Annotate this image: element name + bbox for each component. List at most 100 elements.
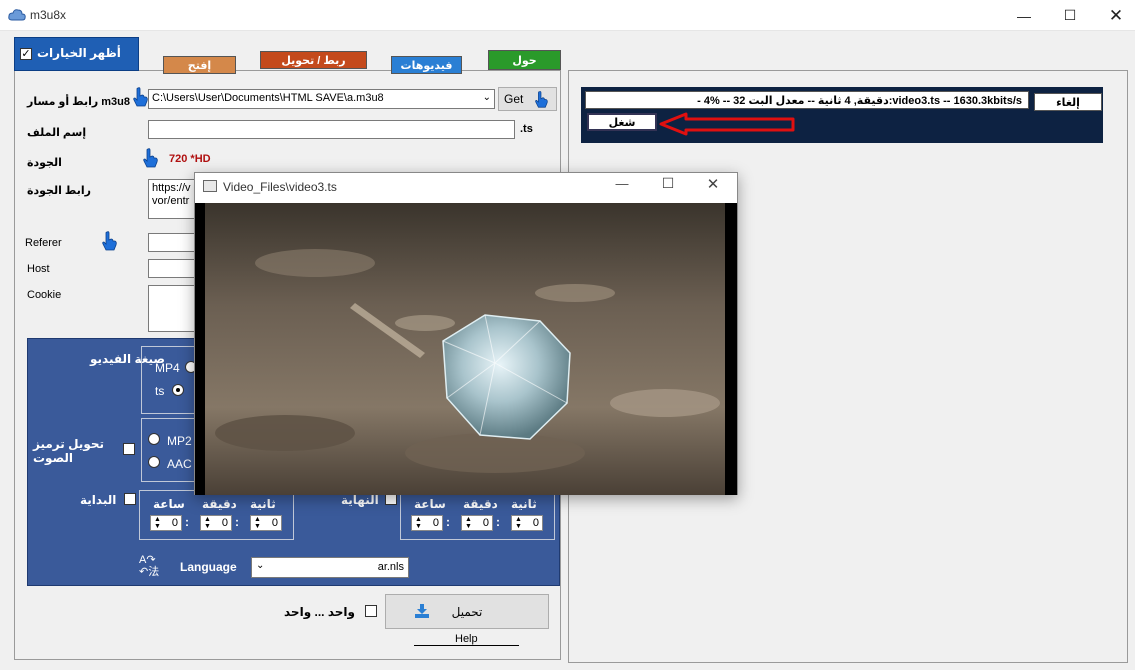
help-underline — [414, 645, 519, 646]
host-input[interactable] — [148, 259, 198, 278]
start-minute-value: 0 — [221, 517, 228, 529]
minimize-icon: — — [1017, 7, 1031, 24]
close-icon: ✕ — [1108, 5, 1124, 25]
download-label: تحميل — [451, 604, 483, 619]
end-minute-value: 0 — [482, 517, 489, 529]
start-hour-spinner[interactable]: ▲ ▼ 0 — [150, 515, 182, 531]
time-separator: : — [235, 515, 239, 529]
pointer-hand-icon[interactable] — [100, 230, 118, 252]
video-window-icon — [203, 180, 217, 192]
format-mp4-label: MP4 — [155, 361, 180, 375]
end-hour-value: 0 — [432, 517, 439, 529]
start-minute-unit: دقيقة — [202, 497, 237, 511]
tab-about[interactable]: حول — [488, 50, 561, 70]
spinner-arrows-icon[interactable]: ▲ ▼ — [204, 516, 211, 530]
download-progress-text: - 4% -- 32 دقيقة, 4 ثانية -- معدل البت:v… — [585, 91, 1029, 109]
cookie-input[interactable] — [148, 285, 198, 332]
video-close-button[interactable]: ✕ — [698, 175, 728, 197]
quality-url-line: https://v — [152, 182, 191, 194]
end-second-unit: ثانية — [511, 497, 537, 511]
end-minute-spinner[interactable]: ▲ ▼ 0 — [461, 515, 493, 531]
show-options-toggle[interactable]: ✓ أظهر الخيارات — [14, 37, 139, 71]
audio-transcode-label: تحويل ترميز — [33, 437, 104, 451]
time-separator: : — [446, 515, 450, 529]
end-minute-unit: دقيقة — [463, 497, 498, 511]
quality-value: 720 *HD — [169, 153, 211, 165]
spinner-arrows-icon[interactable]: ▲ ▼ — [154, 516, 161, 530]
play-button[interactable]: شغل — [587, 113, 657, 131]
quality-label: الجودة — [27, 157, 62, 169]
get-button-label: Get — [504, 92, 524, 106]
video-window-title: Video_Files\video3.ts — [223, 180, 337, 194]
close-button[interactable]: ✕ — [1093, 0, 1135, 31]
cookie-label: Cookie — [27, 289, 62, 301]
m3u8-path-label: رابط أو مسار m3u8 — [27, 96, 130, 108]
language-select[interactable]: ⌄ ar.nls — [251, 557, 409, 578]
referer-label: Referer — [25, 237, 62, 249]
spinner-arrows-icon[interactable]: ▲ ▼ — [415, 516, 422, 530]
chevron-down-icon[interactable]: ⌄ — [483, 92, 491, 103]
quality-url-label: رابط الجودة — [27, 185, 91, 197]
m3u8-path-value: C:\Users\User\Documents\HTML SAVE\a.m3u8 — [152, 92, 384, 104]
audio-mp2-radio[interactable] — [148, 433, 160, 445]
audio-aac-label: AAC — [167, 457, 192, 471]
audio-aac-radio[interactable] — [148, 456, 160, 468]
format-ts-radio[interactable] — [172, 384, 184, 396]
audio-codec-group — [141, 418, 201, 482]
title-bar: m3u8x — ☐ ✕ — [0, 0, 1135, 31]
tab-open[interactable]: إفتح — [163, 56, 236, 74]
end-hour-unit: ساعة — [414, 497, 446, 511]
translate-icon[interactable]: A↷ ↶法 — [139, 554, 167, 580]
download-button[interactable]: تحميل — [385, 594, 549, 629]
video-content-image — [195, 203, 737, 495]
tab-videos[interactable]: فيديوهات — [391, 56, 462, 74]
tab-link-convert[interactable]: ربط / تحويل — [260, 51, 367, 69]
pointer-hand-icon[interactable] — [141, 147, 159, 169]
audio-mp2-label: MP2 — [167, 434, 192, 448]
format-ts-label: ts — [155, 384, 165, 398]
maximize-button[interactable]: ☐ — [1047, 0, 1093, 31]
start-hour-value: 0 — [171, 517, 178, 529]
audio-transcode-label-line2: الصوت — [33, 451, 74, 465]
maximize-icon: ☐ — [661, 175, 675, 191]
end-second-spinner[interactable]: ▲ ▼ 0 — [511, 515, 543, 531]
language-value: ar.nls — [377, 561, 404, 573]
show-options-checkbox[interactable]: ✓ — [20, 48, 32, 60]
end-second-value: 0 — [532, 517, 539, 529]
m3u8-path-input[interactable]: C:\Users\User\Documents\HTML SAVE\a.m3u8… — [148, 89, 495, 109]
start-time-checkbox[interactable] — [124, 493, 136, 505]
video-frame[interactable] — [195, 203, 737, 495]
one-by-one-label: واحد ... واحد — [284, 605, 355, 619]
audio-transcode-checkbox[interactable] — [123, 443, 135, 455]
start-second-spinner[interactable]: ▲ ▼ 0 — [250, 515, 282, 531]
spinner-arrows-icon[interactable]: ▲ ▼ — [465, 516, 472, 530]
get-button[interactable]: Get — [498, 87, 557, 111]
filename-input[interactable] — [148, 120, 515, 139]
spinner-arrows-icon[interactable]: ▲ ▼ — [515, 516, 522, 530]
end-time-label: النهاية — [341, 493, 379, 507]
help-link[interactable]: Help — [455, 633, 478, 645]
referer-input[interactable] — [148, 233, 198, 252]
close-icon: ✕ — [706, 176, 720, 193]
start-time-label: البداية — [80, 493, 117, 507]
language-label: Language — [180, 560, 237, 574]
video-minimize-button[interactable]: — — [607, 176, 637, 198]
quality-url-textarea[interactable]: https://v vor/entr — [148, 179, 198, 219]
end-hour-spinner[interactable]: ▲ ▼ 0 — [411, 515, 443, 531]
one-by-one-checkbox[interactable] — [365, 605, 377, 617]
window-title: m3u8x — [30, 8, 67, 22]
minimize-button[interactable]: — — [1001, 0, 1047, 31]
video-maximize-button[interactable]: ☐ — [653, 175, 683, 197]
time-separator: : — [496, 515, 500, 529]
start-minute-spinner[interactable]: ▲ ▼ 0 — [200, 515, 232, 531]
pointer-hand-icon[interactable] — [131, 86, 149, 108]
video-window: Video_Files\video3.ts — ☐ ✕ — [194, 172, 738, 495]
cancel-button[interactable]: إلغاء — [1034, 93, 1102, 111]
spinner-arrows-icon[interactable]: ▲ ▼ — [254, 516, 261, 530]
pointer-hand-icon — [535, 91, 548, 108]
red-arrow-annotation — [659, 112, 795, 136]
start-second-unit: ثانية — [250, 497, 276, 511]
start-hour-unit: ساعة — [153, 497, 185, 511]
extension-label: .ts — [520, 123, 533, 135]
start-second-value: 0 — [271, 517, 278, 529]
